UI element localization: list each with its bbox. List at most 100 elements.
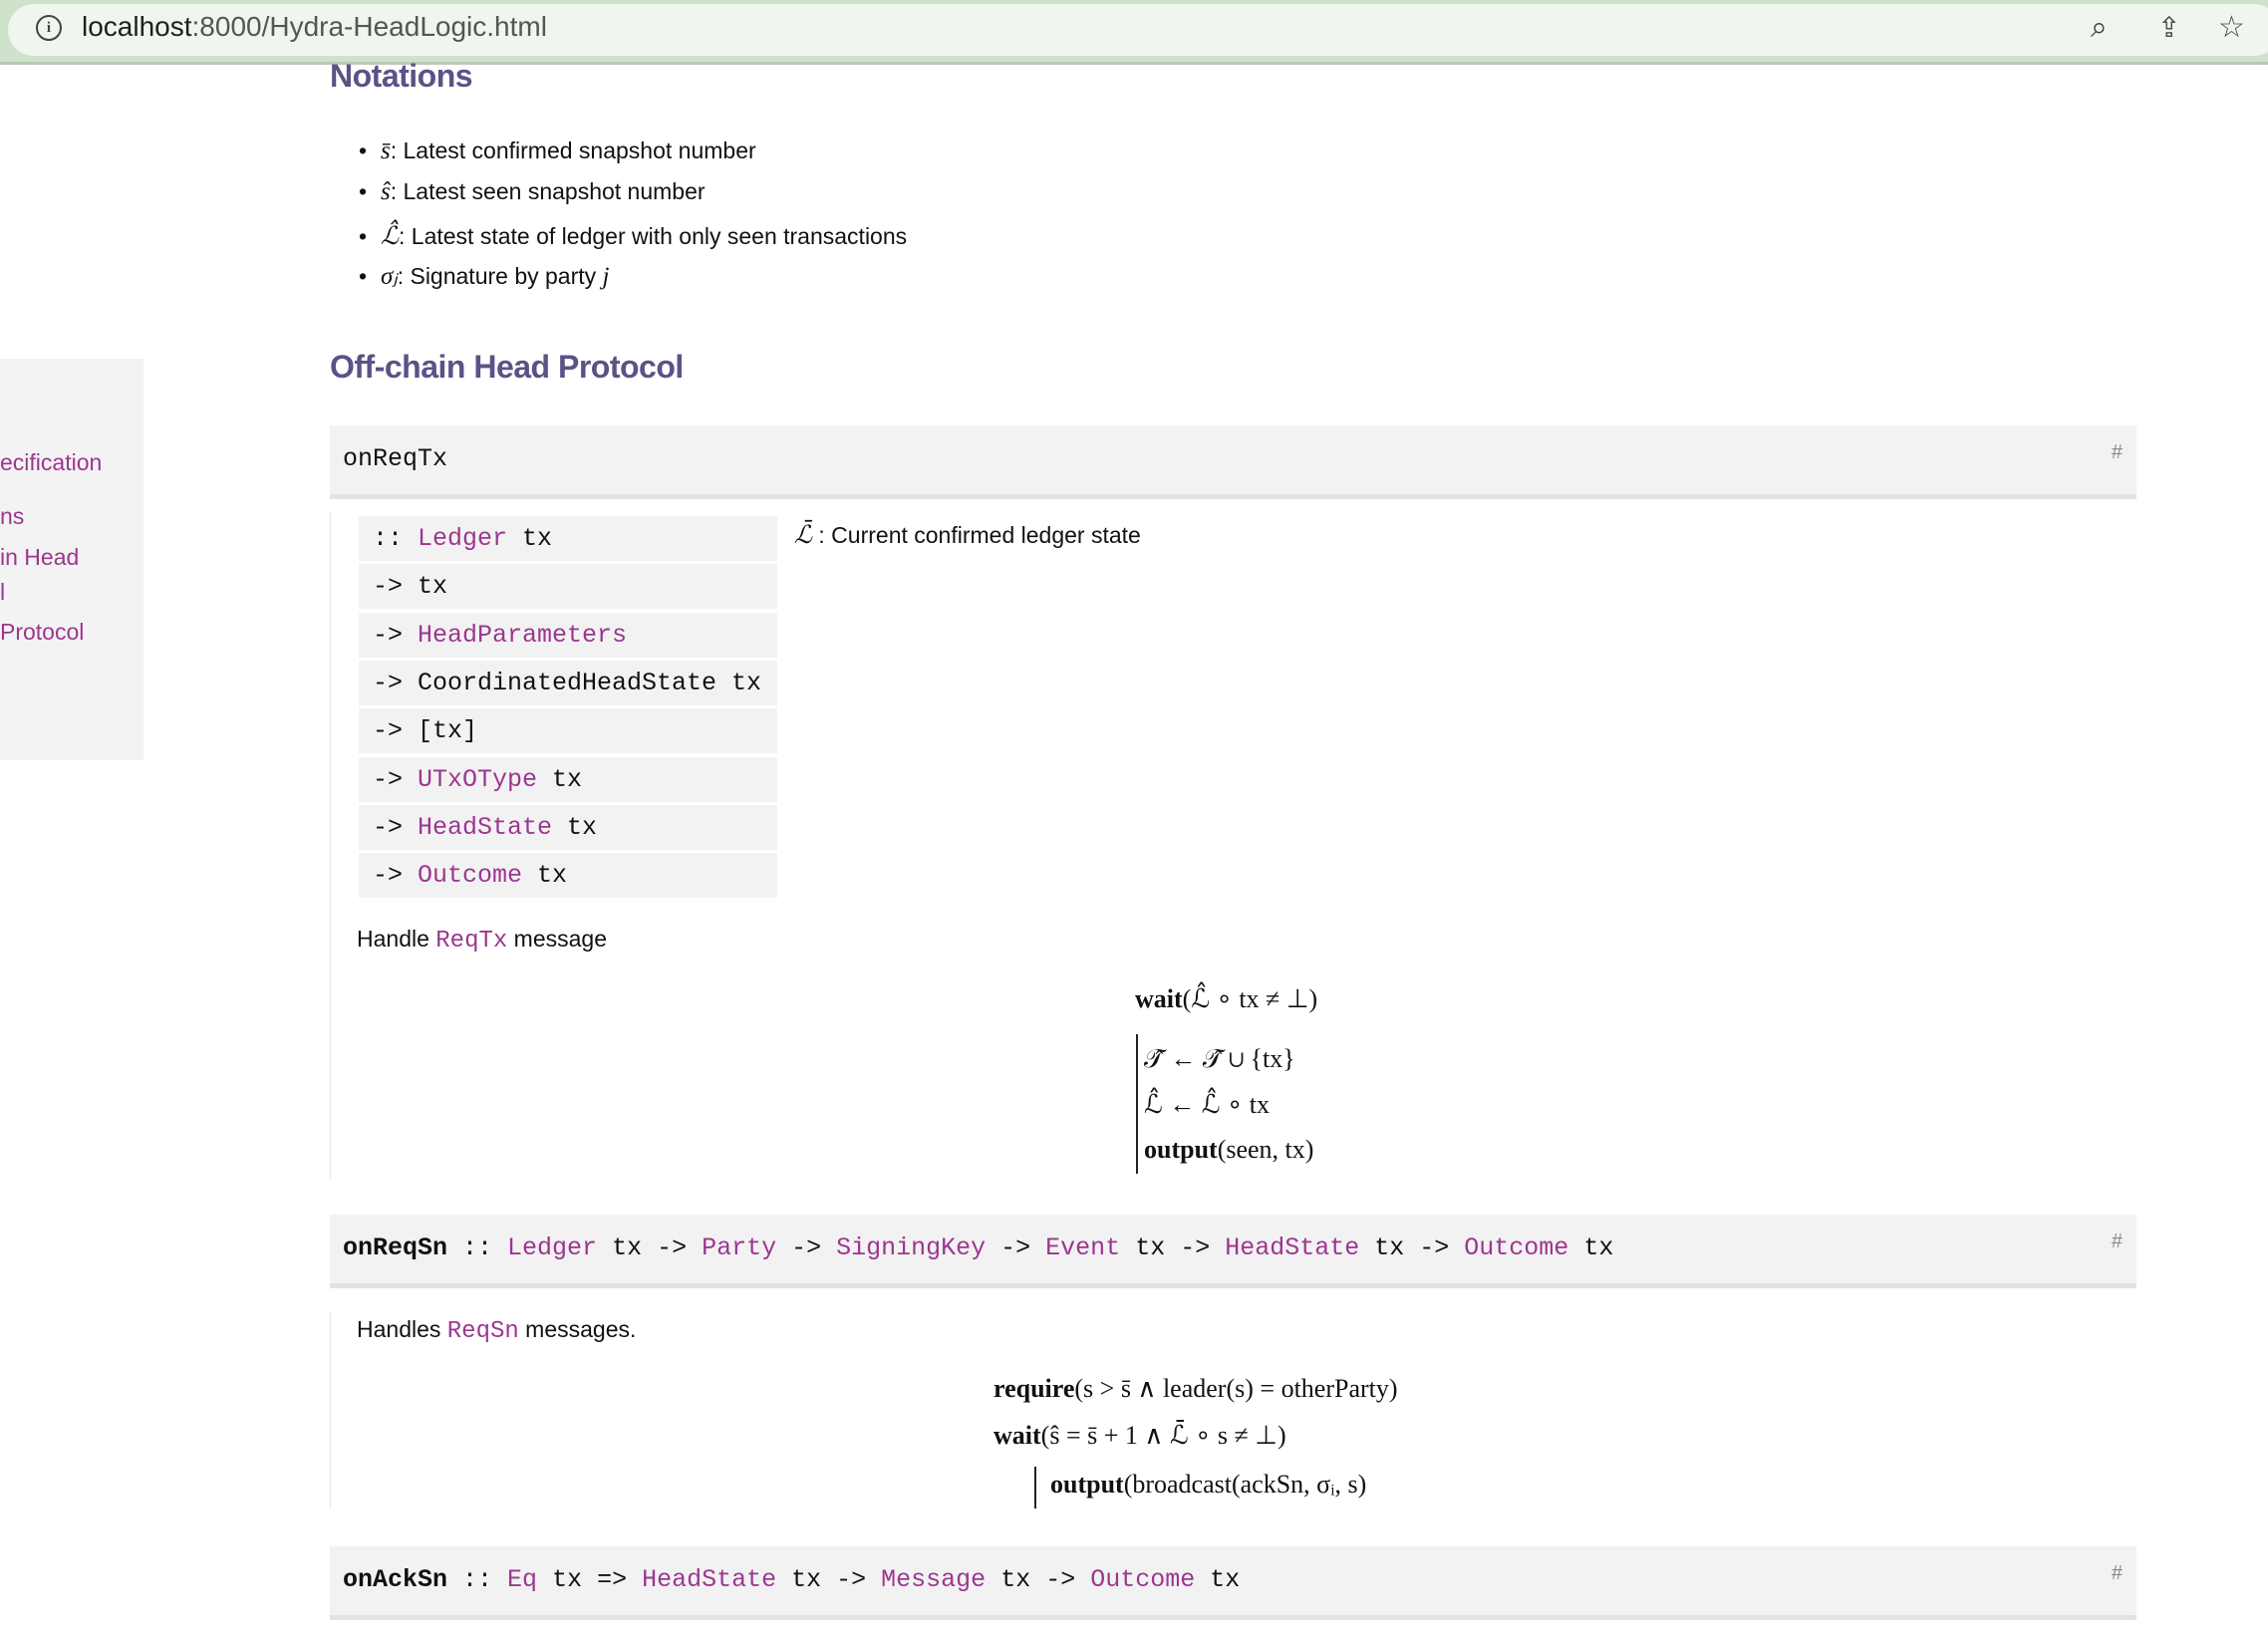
decl-name: onAckSn: [343, 1565, 448, 1594]
code-token: tx ->: [776, 1565, 882, 1594]
math-line: 𝒯̂ ← 𝒯̂ ∪ {tx}: [1144, 1044, 1295, 1075]
type-link[interactable]: HeadParameters: [418, 621, 627, 650]
math-keyword: require: [993, 1374, 1075, 1403]
math-block-bar: [1034, 1467, 1036, 1508]
share-icon[interactable]: ⇪: [2157, 10, 2180, 46]
math-expr: (ℒ̂ ∘ tx ≠ ⊥): [1182, 984, 1318, 1013]
type-link[interactable]: Outcome: [418, 861, 522, 890]
type-link[interactable]: Event: [1045, 1233, 1120, 1262]
type-link[interactable]: Outcome: [1464, 1233, 1568, 1262]
toc-link-offchain-head-2[interactable]: l: [0, 579, 5, 606]
zoom-icon[interactable]: ⌕: [2091, 10, 2108, 46]
doc-link-reqsn[interactable]: ReqSn: [447, 1318, 519, 1345]
math-keyword: wait: [993, 1421, 1041, 1450]
browser-toolbar: i localhost:8000/Hydra-HeadLogic.html ⌕ …: [0, 0, 2268, 65]
math-line: output(broadcast(ackSn, σᵢ, s): [1050, 1470, 1366, 1500]
decl-signature: onReqSn :: Ledger tx -> Party -> Signing…: [343, 1233, 1613, 1262]
doc-link-reqtx[interactable]: ReqTx: [435, 928, 507, 955]
decl-body-onReqSn: [330, 1312, 331, 1508]
arg-note-text: : Current confirmed ledger state: [812, 522, 1141, 548]
signature-row: -> tx: [359, 564, 777, 610]
signature-row: -> HeadState tx: [359, 804, 777, 850]
math-keyword: output: [1144, 1135, 1218, 1164]
type-link[interactable]: Eq: [507, 1565, 537, 1594]
bookmark-star-icon[interactable]: ☆: [2218, 10, 2245, 46]
type-link[interactable]: Ledger: [418, 524, 507, 553]
decl-signature: onAckSn :: Eq tx => HeadState tx -> Mess…: [343, 1565, 1240, 1594]
signature-code: -> Outcome tx: [359, 861, 567, 890]
sidebar-toc: ecification ns in Head l Protocol: [0, 359, 143, 760]
math-expr: (ŝ = s̄ + 1 ∧ ℒ̄ ∘ s ≠ ⊥): [1040, 1421, 1286, 1450]
code-token: tx: [522, 861, 568, 891]
math-line: output(seen, tx): [1144, 1135, 1313, 1165]
type-link[interactable]: HeadState: [1225, 1233, 1359, 1262]
doc-post: messages.: [518, 1316, 637, 1342]
decl-name: onReqSn: [343, 1233, 448, 1262]
type-link[interactable]: SigningKey: [836, 1233, 986, 1262]
math-line: require(s > s̄ ∧ leader(s) = otherParty): [993, 1374, 1398, 1404]
math-expr: ℒ̂ ← ℒ̂ ∘ tx: [1144, 1090, 1270, 1119]
code-token: tx =>: [537, 1565, 643, 1594]
type-link[interactable]: Outcome: [1090, 1565, 1195, 1594]
math-keyword: wait: [1135, 984, 1183, 1013]
doc-post: message: [507, 926, 608, 952]
code-token: ->: [373, 764, 419, 794]
url-host: localhost: [82, 11, 192, 42]
math-block-bar: [1136, 1034, 1138, 1174]
notations-heading: Notations: [330, 58, 473, 94]
math-expr: (seen, tx): [1217, 1135, 1314, 1164]
type-link[interactable]: Party: [702, 1233, 776, 1262]
toc-link-offchain-head-1[interactable]: in Head: [0, 544, 79, 571]
code-token: tx ->: [986, 1565, 1091, 1594]
signature-row: -> [tx]: [359, 708, 777, 754]
type-link[interactable]: UTxOType: [418, 765, 537, 794]
decl-onReqSn: onReqSn :: Ledger tx -> Party -> Signing…: [330, 1215, 2136, 1288]
section-heading: Off-chain Head Protocol: [330, 349, 684, 385]
math-line: wait(ŝ = s̄ + 1 ∧ ℒ̄ ∘ s ≠ ⊥): [993, 1421, 1286, 1451]
notation-item: • ℒ̂: Latest state of ledger with only se…: [359, 223, 908, 250]
type-link[interactable]: Ledger: [507, 1233, 597, 1262]
toc-link-protocol[interactable]: Protocol: [0, 619, 84, 646]
decl-body-onReqTx: [330, 513, 331, 1179]
code-token: tx: [1195, 1565, 1241, 1594]
code-token: ->: [373, 861, 419, 891]
notation-text: : Signature by party: [397, 263, 603, 289]
math-keyword: output: [1050, 1470, 1124, 1499]
signature-row: -> CoordinatedHeadState tx: [359, 660, 777, 705]
type-link[interactable]: Message: [881, 1565, 986, 1594]
notation-text: : Latest state of ledger with only seen …: [399, 223, 908, 249]
code-token: tx ->: [597, 1233, 703, 1262]
code-token: tx: [537, 764, 583, 794]
anchor-link[interactable]: #: [2112, 1231, 2123, 1253]
url-text[interactable]: localhost:8000/Hydra-HeadLogic.html: [82, 11, 547, 43]
code-token: ::: [373, 524, 419, 553]
notation-item: • ŝ: Latest seen snapshot number: [359, 178, 706, 205]
doc-pre: Handles: [357, 1316, 447, 1342]
notation-item: • σⱼ: Signature by party j: [359, 263, 610, 290]
math-expr: (broadcast(ackSn, σᵢ, s): [1123, 1470, 1367, 1499]
signature-code: -> [tx]: [359, 716, 477, 745]
code-token: tx: [507, 524, 553, 553]
toc-link-notations[interactable]: ns: [0, 503, 24, 530]
signature-code: -> CoordinatedHeadState tx: [359, 669, 761, 697]
math-line: wait(ℒ̂ ∘ tx ≠ ⊥): [1135, 984, 1317, 1014]
math-line: ℒ̂ ← ℒ̂ ∘ tx: [1144, 1090, 1270, 1120]
code-token: ->: [373, 620, 419, 650]
code-token: tx ->: [1359, 1233, 1465, 1262]
notation-text: : Latest seen snapshot number: [390, 178, 706, 204]
code-token: ::: [447, 1233, 508, 1262]
signature-code: -> UTxOType tx: [359, 765, 582, 794]
info-icon[interactable]: i: [36, 15, 62, 41]
anchor-link[interactable]: #: [2112, 1562, 2123, 1585]
doc-text: Handle ReqTx message: [357, 926, 607, 955]
notation-symbol: σⱼ: [381, 263, 398, 290]
code-token: tx ->: [1120, 1233, 1226, 1262]
anchor-link[interactable]: #: [2112, 441, 2123, 464]
type-link[interactable]: HeadState: [418, 813, 552, 842]
type-link[interactable]: HeadState: [642, 1565, 776, 1594]
notation-text: : Latest confirmed snapshot number: [390, 137, 756, 163]
signature-row: -> Outcome tx: [359, 853, 777, 899]
code-token: ->: [776, 1233, 837, 1262]
toc-link-specification[interactable]: ecification: [0, 449, 102, 476]
url-path: :8000/Hydra-HeadLogic.html: [191, 11, 547, 42]
